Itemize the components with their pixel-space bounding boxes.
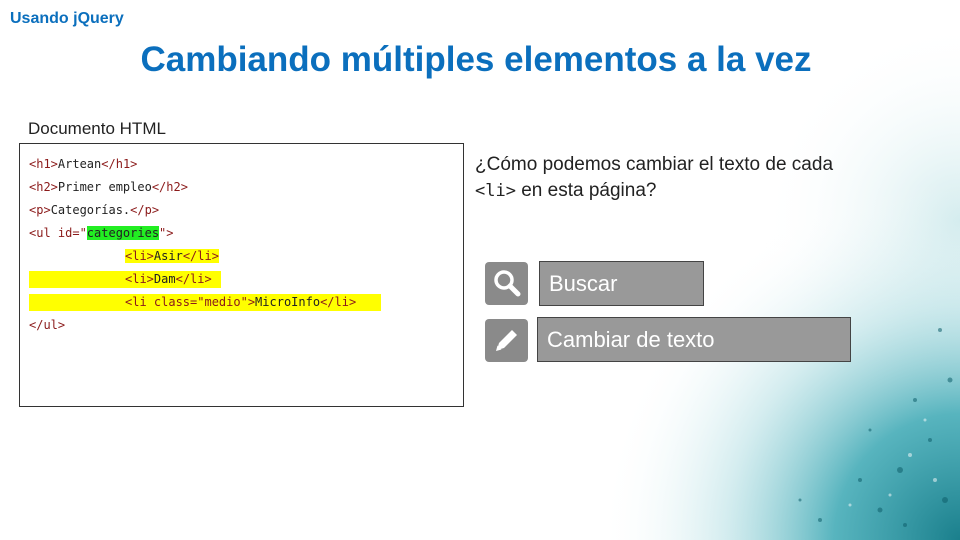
html-code-box: <h1>Artean</h1> <h2>Primer empleo</h2> <… <box>19 143 464 407</box>
change-text-button[interactable]: Cambiar de texto <box>537 317 851 362</box>
code-line-ul: <ul id="categories"> <box>29 226 174 240</box>
categories-id-highlight: categories <box>86 226 160 240</box>
question-text: ¿Cómo podemos cambiar el texto de cada <… <box>475 154 834 201</box>
code-line-li-asir: <li>Asir</li> <box>125 248 219 265</box>
slide-title: Cambiando múltiples elementos a la vez <box>140 40 812 79</box>
section-tag: Usando jQuery <box>10 10 124 27</box>
code-line-p: <p>Categorías.</p> <box>29 203 160 217</box>
pencil-icon[interactable] <box>485 319 528 362</box>
code-line-ul-close: </ul> <box>29 318 66 332</box>
code-line-li-dam: <li>Dam</li> <box>29 271 221 288</box>
li-code: <li> <box>475 181 516 201</box>
code-line-h1: <h1>Artean</h1> <box>29 157 138 171</box>
li-highlight: <li>Asir</li> <box>125 249 219 263</box>
document-label: Documento HTML <box>28 119 166 138</box>
code-line-h2: <h2>Primer empleo</h2> <box>29 180 188 194</box>
search-button[interactable]: Buscar <box>539 261 704 306</box>
search-icon[interactable] <box>485 262 528 305</box>
code-line-li-microinfo: <li class="medio">MicroInfo</li> <box>29 294 381 311</box>
